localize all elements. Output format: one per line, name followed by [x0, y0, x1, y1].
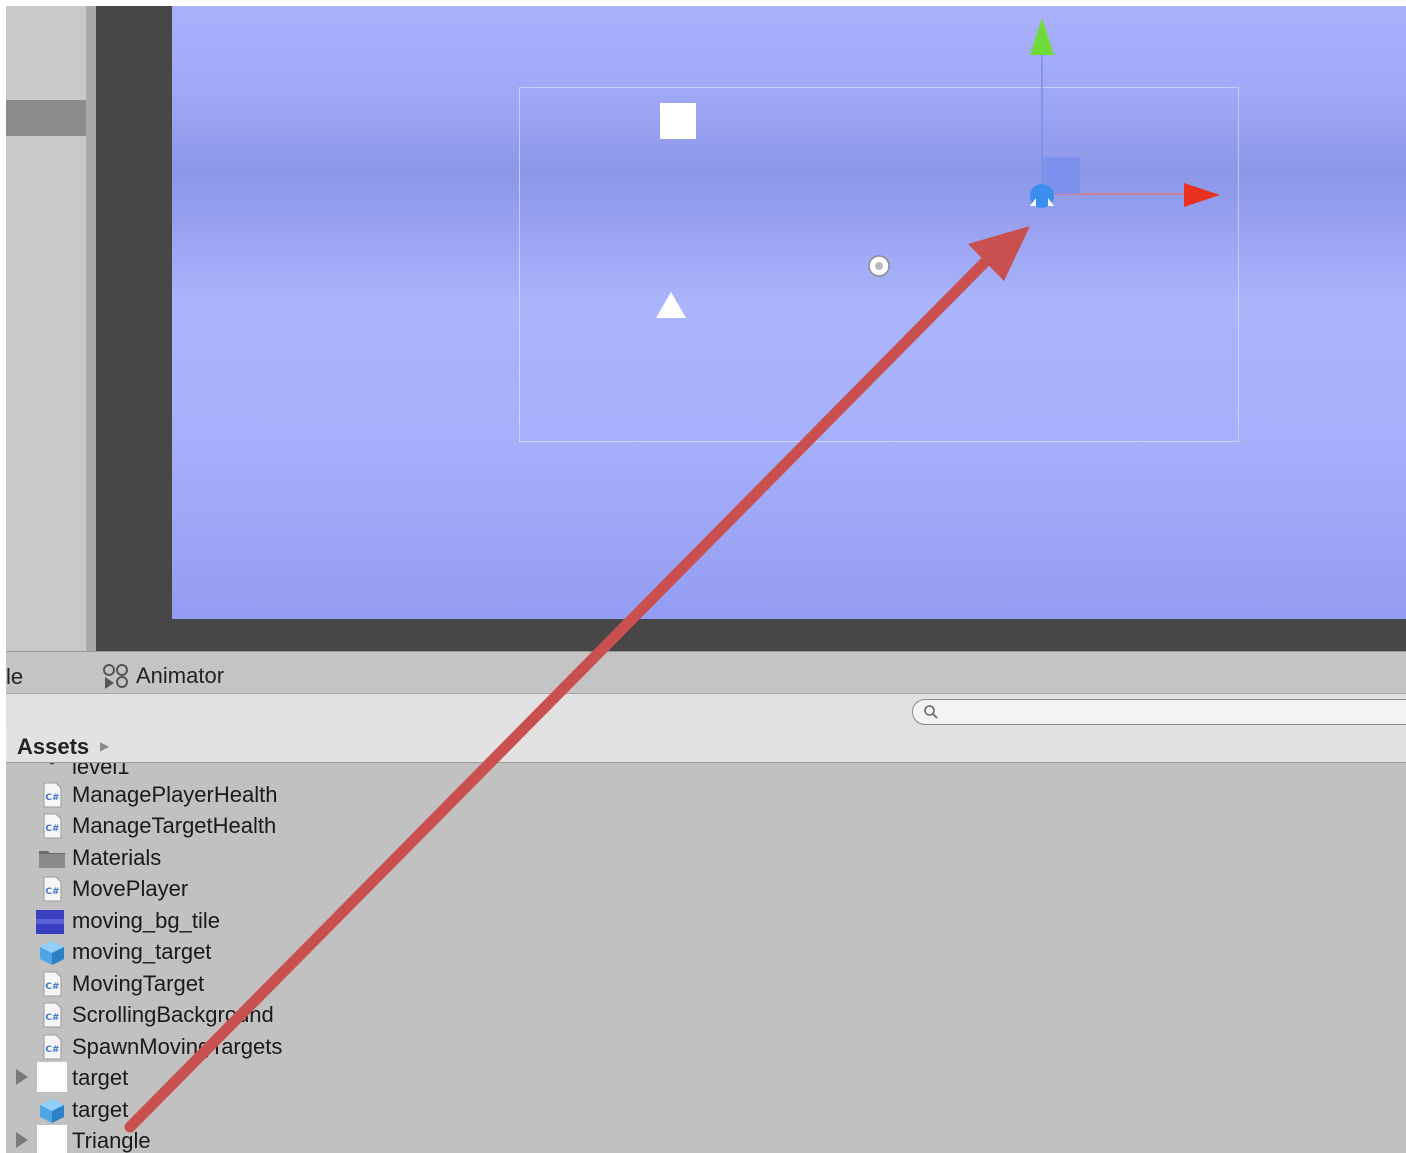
- triangle-sprite[interactable]: [656, 292, 686, 318]
- prefab-icon: [38, 938, 66, 966]
- asset-row[interactable]: moving_bg_tile: [6, 905, 406, 936]
- asset-row[interactable]: target: [6, 1094, 406, 1125]
- search-input[interactable]: [912, 699, 1406, 725]
- tab-animator-label: Animator: [136, 663, 225, 688]
- project-toolbar: [6, 693, 1406, 729]
- asset-label: SpawnMovingTargets: [72, 1034, 283, 1059]
- asset-row[interactable]: C# SpawnMovingTargets: [6, 1031, 406, 1062]
- gear-gizmo-icon[interactable]: [868, 255, 890, 277]
- prefab-icon: [38, 1096, 66, 1124]
- asset-row[interactable]: C# MovePlayer: [6, 873, 406, 904]
- breadcrumb: Assets ▶: [6, 728, 1406, 763]
- asset-label: MovePlayer: [72, 876, 189, 901]
- panel-tab-strip: le Animator: [6, 651, 1406, 694]
- asset-label: MovingTarget: [72, 971, 205, 996]
- tab-animator[interactable]: Animator: [102, 662, 224, 690]
- animator-icon: [103, 664, 128, 689]
- csharp-script-icon: C#: [38, 781, 66, 809]
- gizmo-x-arrow-icon[interactable]: [1184, 183, 1220, 207]
- expand-arrow-icon[interactable]: [14, 1131, 30, 1149]
- expand-arrow-icon[interactable]: [14, 1068, 30, 1086]
- asset-label: Materials: [72, 845, 162, 870]
- search-icon: [924, 705, 938, 719]
- project-asset-list: level1 C# ManagePlayerHealth C# ManageTarget…: [6, 763, 1406, 1153]
- asset-label: Triangle: [72, 1128, 151, 1153]
- asset-label: ManageTargetHealth: [72, 813, 277, 838]
- svg-text:C#: C#: [45, 793, 59, 803]
- asset-label: level1: [72, 763, 130, 779]
- asset-row[interactable]: C# ScrollingBackground: [6, 999, 406, 1030]
- gizmo-y-arrow-icon[interactable]: [1030, 18, 1054, 55]
- asset-row[interactable]: moving_target: [6, 936, 406, 967]
- asset-row[interactable]: C# MovingTarget: [6, 968, 406, 999]
- svg-text:C#: C#: [45, 1045, 59, 1055]
- asset-label: target: [72, 1065, 129, 1090]
- breadcrumb-arrow-icon: ▶: [100, 739, 110, 753]
- sprite-icon: [36, 1124, 68, 1153]
- square-sprite[interactable]: [660, 103, 696, 139]
- tab-partial[interactable]: le: [6, 666, 23, 688]
- breadcrumb-assets[interactable]: Assets: [17, 734, 89, 760]
- asset-row[interactable]: C# ManageTargetHealth: [6, 810, 406, 841]
- texture-icon: [36, 907, 68, 935]
- svg-text:C#: C#: [45, 1013, 59, 1023]
- asset-row[interactable]: Materials: [6, 842, 406, 873]
- asset-row[interactable]: Triangle: [6, 1125, 406, 1153]
- csharp-script-icon: C#: [38, 875, 66, 903]
- asset-label: moving_bg_tile: [72, 908, 220, 933]
- svg-text:C#: C#: [45, 982, 59, 992]
- asset-row[interactable]: target: [6, 1062, 406, 1093]
- scene-objects: [656, 18, 1220, 318]
- asset-label: moving_target: [72, 939, 212, 964]
- svg-text:C#: C#: [45, 824, 59, 834]
- asset-label: target: [72, 1097, 129, 1122]
- csharp-script-icon: C#: [38, 812, 66, 840]
- asset-label: ManagePlayerHealth: [72, 782, 278, 807]
- unity-editor-window: le Animator Assets ▶ level1 C# ManagePlaye…: [0, 0, 1406, 1153]
- svg-text:C#: C#: [45, 887, 59, 897]
- folder-icon: [38, 844, 66, 872]
- csharp-script-icon: C#: [38, 1001, 66, 1029]
- csharp-script-icon: C#: [38, 970, 66, 998]
- asset-row[interactable]: C# ManagePlayerHealth: [6, 779, 406, 810]
- sprite-icon: [36, 1061, 68, 1093]
- csharp-script-icon: C#: [38, 1033, 66, 1061]
- asset-label: ScrollingBackground: [72, 1002, 274, 1027]
